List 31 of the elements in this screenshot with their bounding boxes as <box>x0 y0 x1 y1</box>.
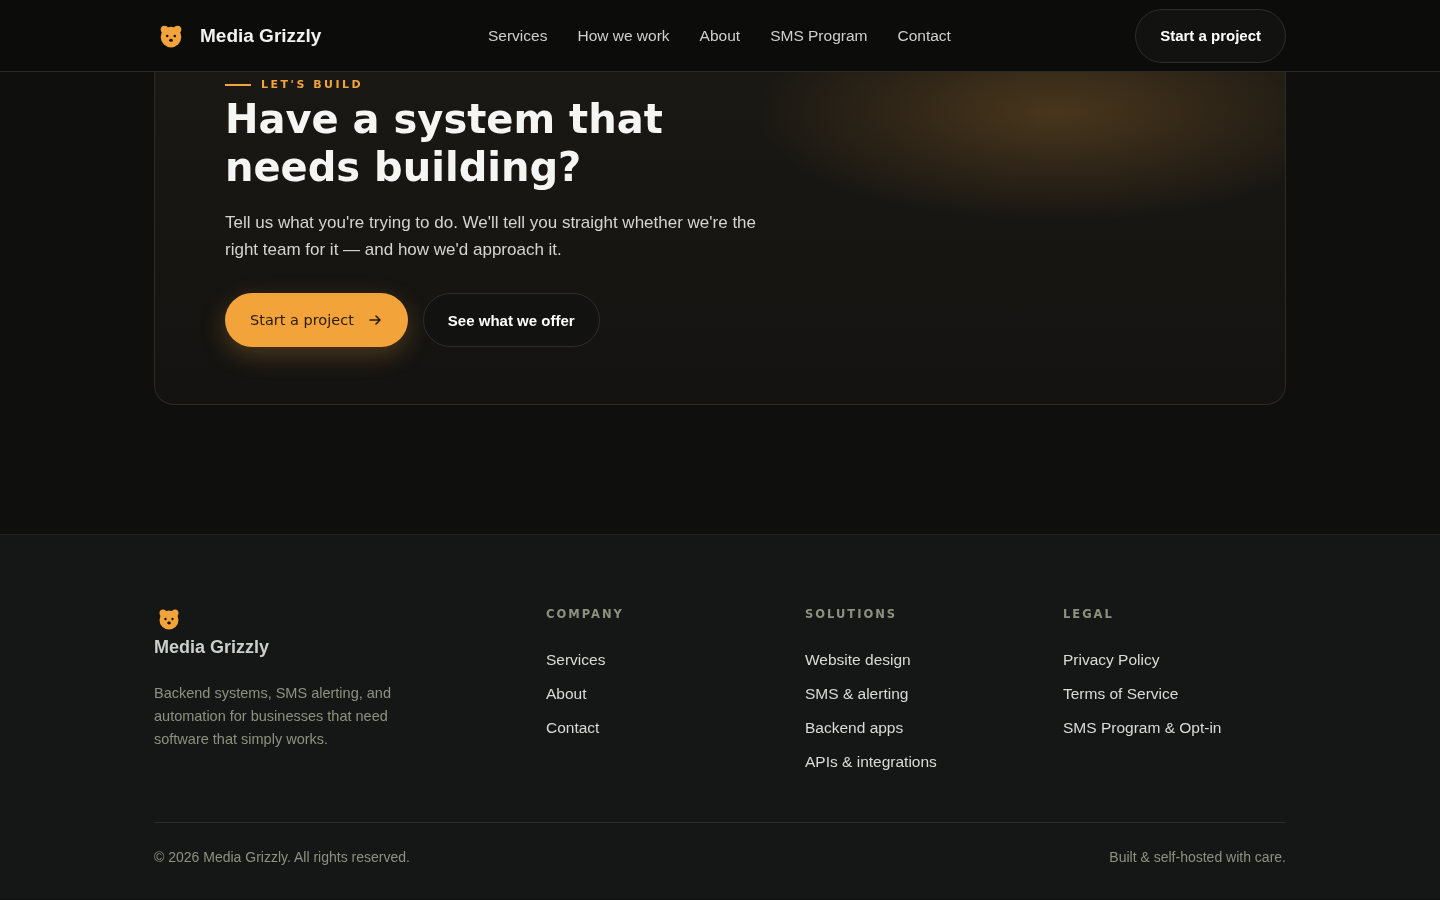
footer-link[interactable]: Website design <box>805 643 911 677</box>
offer-button[interactable]: See what we offer <box>422 293 600 347</box>
column-heading: LEGAL <box>1063 607 1114 621</box>
nav-link[interactable]: Contact <box>897 26 951 45</box>
nav-link[interactable]: Services <box>488 26 548 45</box>
nav-link[interactable]: About <box>699 26 741 45</box>
column-heading: SOLUTIONS <box>805 607 898 621</box>
start-project-button[interactable]: Start a project <box>225 293 408 347</box>
footer-link[interactable]: SMS & alerting <box>805 677 909 711</box>
footer-link[interactable]: SMS Program & Opt-in <box>1063 711 1222 745</box>
cta-title: Have a system that needs building? <box>225 95 664 191</box>
nav-link[interactable]: SMS Program <box>770 26 868 45</box>
bear-logo-icon <box>157 607 181 631</box>
footer-note: Built & self-hosted with care. <box>1109 849 1286 865</box>
brand-name[interactable]: Media Grizzly <box>200 24 322 47</box>
column-heading: COMPANY <box>546 607 624 621</box>
eyebrow-label: LET'S BUILD <box>261 78 364 91</box>
cta-text: Tell us what you're trying to do. We'll tell you straight whether we're the right team for it — and how we'd approach it. <box>225 212 757 261</box>
nav-link[interactable]: How we work <box>577 26 670 45</box>
start-project-button[interactable]: Start a project <box>1135 8 1286 63</box>
footer-link[interactable]: About <box>546 677 587 711</box>
footer-brand-name: Media Grizzly <box>154 637 270 658</box>
footer-link[interactable]: Terms of Service <box>1063 677 1179 711</box>
arrow-right-icon <box>367 313 382 327</box>
copyright-text: © 2026 Media Grizzly. All rights reserved. <box>154 849 410 865</box>
footer-link[interactable]: APIs & integrations <box>805 745 937 779</box>
footer-link[interactable]: Contact <box>546 711 600 745</box>
footer-link[interactable]: Backend apps <box>805 711 904 745</box>
footer-link[interactable]: Privacy Policy <box>1063 643 1160 677</box>
footer-link[interactable]: Services <box>546 643 606 677</box>
footer-tagline: Backend systems, SMS alerting, and automation for businesses that need software that simply works. <box>154 684 392 749</box>
